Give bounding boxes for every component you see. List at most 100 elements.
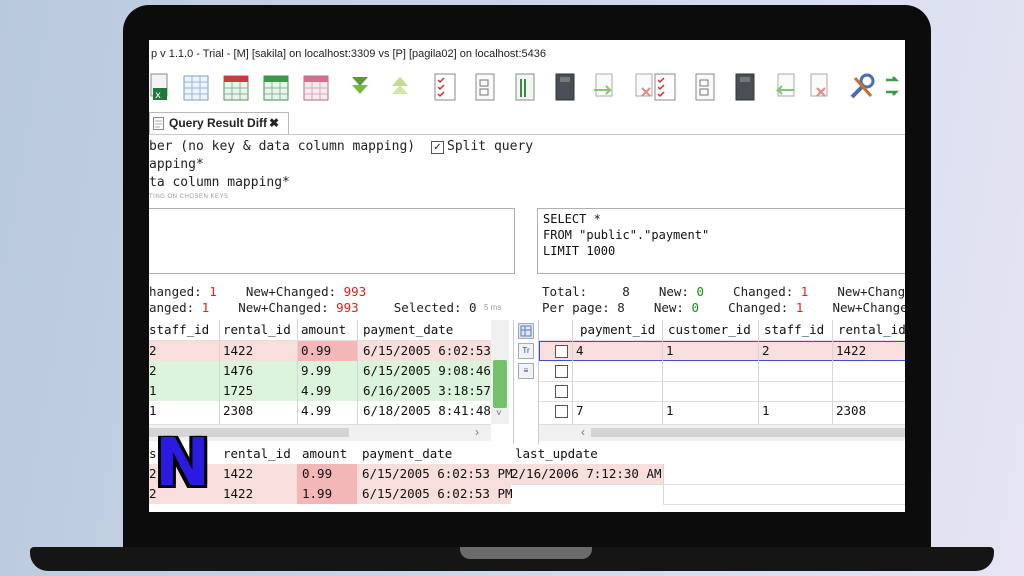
doc-dark2-icon[interactable] <box>732 72 762 104</box>
title-bar: p v 1.1.0 - Trial - [M] [sakila] on loca… <box>149 40 905 70</box>
table-cell: 1725 <box>223 383 254 398</box>
row-checkbox[interactable] <box>555 365 568 378</box>
option-key-mapping[interactable]: apping* <box>149 157 204 172</box>
table-cell: 4.99 <box>301 383 332 398</box>
selected-value: 0 <box>469 300 477 315</box>
checklist2-icon[interactable] <box>652 72 682 104</box>
arrows-down-icon[interactable] <box>347 72 377 104</box>
table-cell: 7 <box>576 403 584 418</box>
new-value: 0 <box>696 284 704 299</box>
table-cell: 6/15/2005 6:02:53 PM <box>362 466 513 481</box>
arrows-up-icon[interactable] <box>387 72 417 104</box>
col-rental-id-bottom[interactable]: rental_id <box>223 444 291 464</box>
table-cell: 6/15/2005 6:02:53 <box>363 343 491 358</box>
left-changed-label: hanged: <box>149 284 202 299</box>
move-left-icon[interactable] <box>772 72 802 104</box>
list-view-button[interactable]: ≡ <box>518 363 534 379</box>
scroll-left-icon[interactable]: ‹ <box>581 425 585 439</box>
scroll-down-icon[interactable]: ˅ <box>496 408 502 419</box>
table-cell: 6/18/2005 8:41:48 <box>363 403 491 418</box>
option-data-column-mapping[interactable]: ta column mapping* <box>149 175 290 190</box>
left-stats-row2: anged: 1 New+Changed: 993 Selected: 0 <box>149 300 477 315</box>
col-payment-date[interactable]: payment_date <box>363 320 453 340</box>
table-cell: 1422 <box>836 343 867 358</box>
table-icon[interactable] <box>182 72 212 104</box>
perpage-label: Per page: <box>542 300 610 315</box>
col-customer-id[interactable]: customer_id <box>668 320 751 340</box>
right-stats-row1: Total: 8 New: 0 Changed: 1 New+Changed: <box>542 284 905 299</box>
close-icon[interactable]: ✖ <box>269 113 279 134</box>
table-cell: 6/15/2005 6:02:53 PM <box>362 486 513 501</box>
row-checkbox[interactable] <box>555 405 568 418</box>
table-red-icon[interactable] <box>222 72 252 104</box>
option-no-key-mapping[interactable]: ber (no key & data column mapping) <box>149 139 415 154</box>
tools-icon[interactable] <box>847 72 877 104</box>
changed-value: 1 <box>800 284 809 299</box>
table-cell: 2/16/2006 7:12:30 AM <box>511 466 662 481</box>
tab-strip: Query Result Diff ✖ <box>149 112 905 135</box>
col-amount[interactable]: amount <box>301 320 346 340</box>
col-staff-id-right[interactable]: staff_id <box>764 320 824 340</box>
split-query-label[interactable]: Split query <box>447 139 533 154</box>
left-grid-vscroll[interactable]: ˅ <box>491 320 509 424</box>
right-query-textarea[interactable]: SELECT * FROM "public"."payment" LIMIT 1… <box>537 208 905 274</box>
row-checkbox[interactable] <box>555 345 568 358</box>
table-cell: 1422 <box>223 466 254 481</box>
left-newchanged-value: 993 <box>343 284 367 299</box>
transpose-button[interactable]: Tr <box>518 343 534 359</box>
table-cell: 4 <box>576 343 584 358</box>
delete-doc2-icon[interactable] <box>807 72 837 104</box>
col-amount-bottom[interactable]: amount <box>302 444 347 464</box>
doc-green-icon[interactable] <box>512 72 542 104</box>
brand-logo: N <box>155 424 211 501</box>
col-rental-id[interactable]: rental_id <box>223 320 291 340</box>
sync-icon[interactable] <box>884 72 904 104</box>
new-label: New: <box>658 284 689 299</box>
table-cell: 2 <box>762 343 770 358</box>
split-query-checkbox[interactable]: ✓ <box>431 141 444 154</box>
right-grid-hscroll[interactable]: ‹ <box>539 424 905 441</box>
left-stats-row1: hanged: 1 New+Changed: 993 <box>149 284 366 299</box>
table-cell: 1476 <box>223 363 254 378</box>
hscroll-thumb[interactable] <box>591 428 905 437</box>
changed-value-2: 1 <box>795 300 804 315</box>
app-window: p v 1.1.0 - Trial - [M] [sakila] on loca… <box>149 40 905 512</box>
right-grid-header: payment_id customer_id staff_id rental_i… <box>539 320 905 340</box>
col-payment-id[interactable]: payment_id <box>580 320 655 340</box>
newchanged-label: New+Changed: <box>837 284 905 299</box>
checklist-icon[interactable] <box>432 72 462 104</box>
table-cell: 0.99 <box>301 343 332 358</box>
table-cell: 6/16/2005 3:18:57 <box>363 383 491 398</box>
table-cell: 4.99 <box>301 403 332 418</box>
col-staff-id[interactable]: staff_id <box>149 320 209 340</box>
table-cell: 1 <box>666 403 674 418</box>
tab-query-result-diff[interactable]: Query Result Diff ✖ <box>149 112 289 134</box>
table-pink-icon[interactable] <box>302 72 332 104</box>
table-cell: 2 <box>149 343 157 358</box>
option-hint: TING ON CHOSEN KEYS <box>149 194 229 200</box>
left-newchanged-value-2: 993 <box>336 300 359 315</box>
new-label-2: New: <box>653 300 684 315</box>
left-newchanged-label: New+Changed: <box>245 284 337 299</box>
selected-label: Selected: <box>393 300 462 315</box>
compare-doc-icon[interactable] <box>472 72 502 104</box>
scroll-right-icon[interactable]: › <box>475 425 479 439</box>
sync-grid-icon[interactable] <box>518 323 534 339</box>
table-cell: 1 <box>666 343 674 358</box>
move-right-icon[interactable] <box>592 72 622 104</box>
compare-doc2-icon[interactable] <box>692 72 722 104</box>
window-title: p v 1.1.0 - Trial - [M] [sakila] on loca… <box>151 48 546 60</box>
bottom-grid-header: s rental_id amount payment_date last_upd… <box>149 444 905 464</box>
left-changed-value: 1 <box>209 284 217 299</box>
table-cell: 1 <box>149 403 157 418</box>
excel-export-icon[interactable]: x <box>149 72 179 104</box>
left-query-textarea[interactable] <box>149 208 515 274</box>
row-checkbox[interactable] <box>555 385 568 398</box>
doc-dark-icon[interactable] <box>552 72 582 104</box>
table-green-icon[interactable] <box>262 72 292 104</box>
vscroll-thumb[interactable] <box>493 360 507 408</box>
col-last-update[interactable]: last_update <box>515 444 598 464</box>
table-cell: 1.99 <box>302 486 333 501</box>
col-rental-id-right[interactable]: rental_id <box>838 320 905 340</box>
col-payment-date-bottom[interactable]: payment_date <box>362 444 452 464</box>
